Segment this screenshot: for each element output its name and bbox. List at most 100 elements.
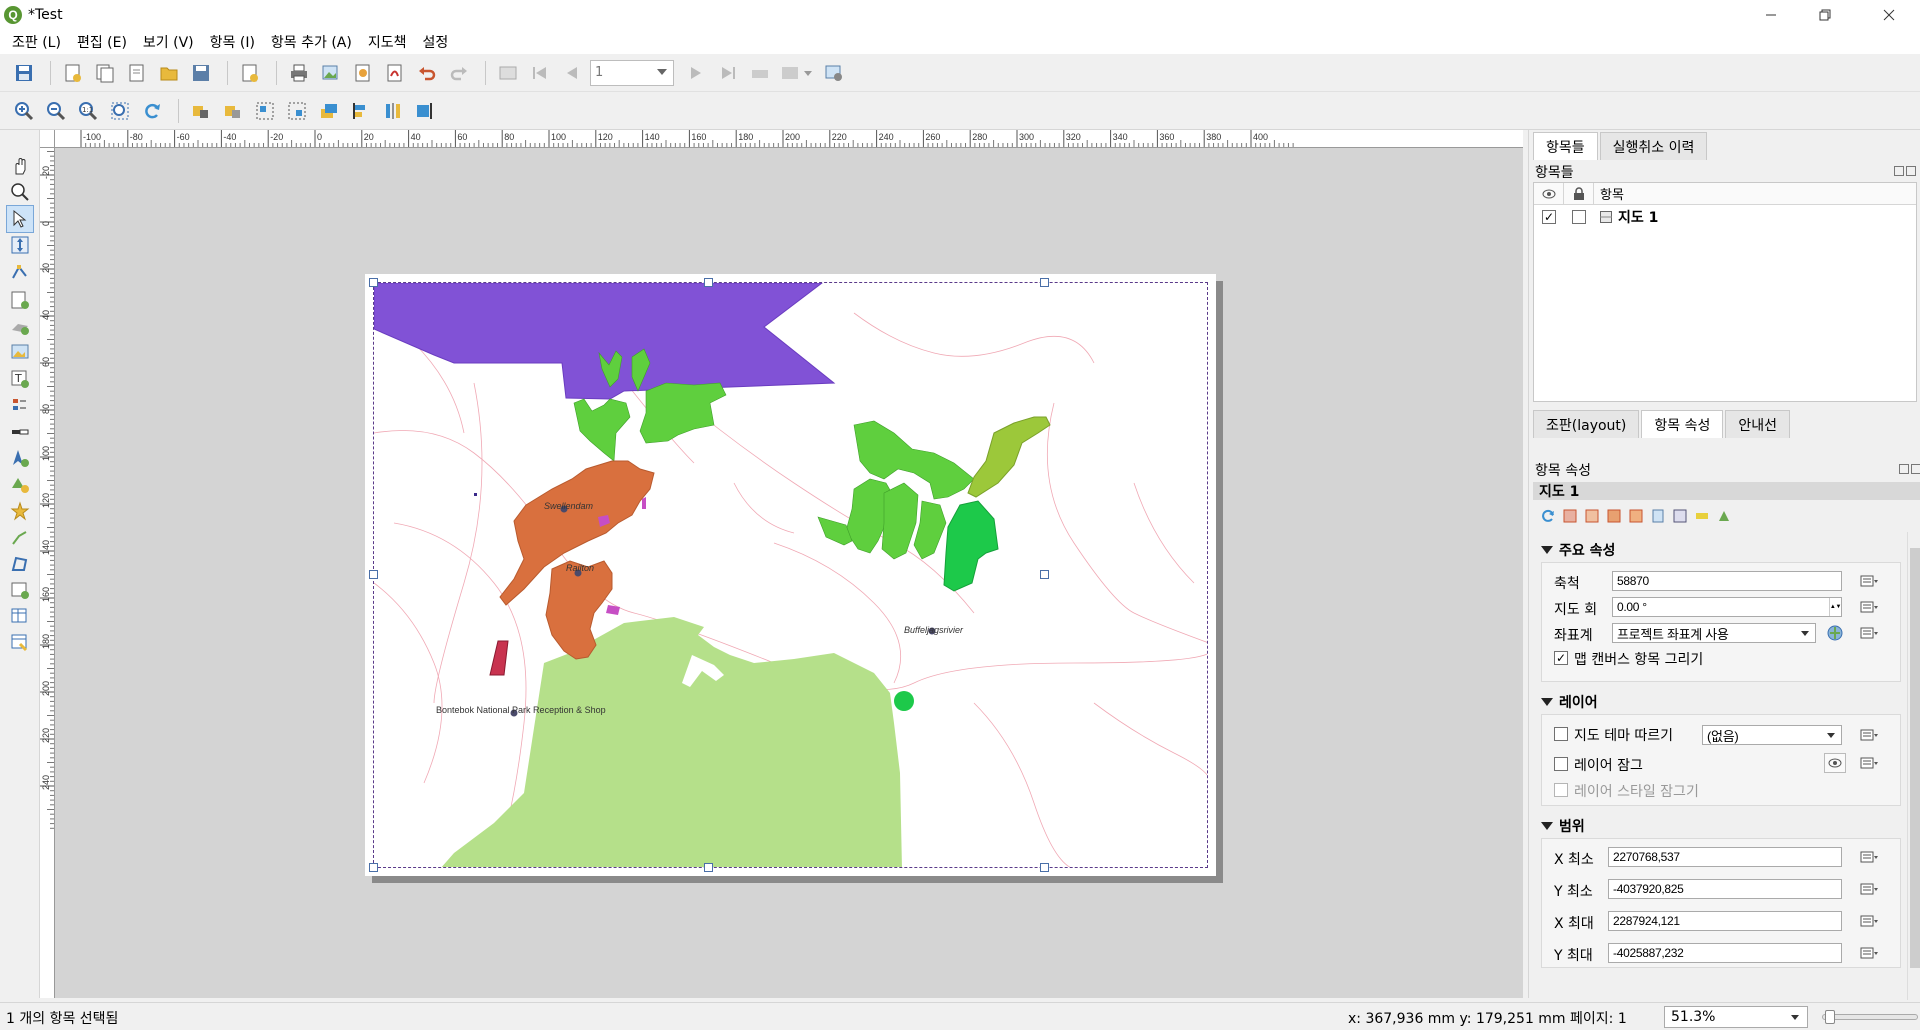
menu-layout[interactable]: 조판 (L) bbox=[4, 32, 69, 52]
layer-visibility-icon[interactable] bbox=[1824, 753, 1846, 773]
zoom-slider[interactable] bbox=[1822, 1010, 1918, 1024]
align-items-button[interactable] bbox=[347, 97, 375, 125]
zoom-in-button[interactable] bbox=[10, 97, 38, 125]
resize-handle-w[interactable] bbox=[369, 570, 378, 579]
add-polygon-tool[interactable] bbox=[6, 550, 34, 578]
group-extent-header[interactable]: 범위 bbox=[1541, 816, 1585, 836]
scale-input[interactable]: 58870 bbox=[1612, 571, 1842, 591]
data-defined-override-icon[interactable] bbox=[1858, 753, 1880, 773]
ungroup-items-button[interactable] bbox=[283, 97, 311, 125]
menu-view[interactable]: 보기 (V) bbox=[135, 32, 202, 52]
rotation-spinbox[interactable]: 0.00 ° ▲▼ bbox=[1612, 597, 1842, 617]
tab-guides[interactable]: 안내선 bbox=[1725, 410, 1790, 438]
menu-add-item[interactable]: 항목 추가 (A) bbox=[263, 32, 360, 52]
resize-handle-se[interactable] bbox=[1040, 863, 1049, 872]
redo-button[interactable] bbox=[445, 59, 473, 87]
ymax-input[interactable]: -4025887,232 bbox=[1608, 943, 1842, 963]
horizontal-ruler[interactable]: -100 -80 -60 -40 -20 0 20 40 60 80 100 120 140 160 180… bbox=[55, 130, 1523, 148]
group-layers-header[interactable]: 레이어 bbox=[1541, 692, 1598, 712]
item-row-map1[interactable]: ✓ 지도 1 bbox=[1534, 205, 1916, 229]
resize-handle-nw[interactable] bbox=[369, 278, 378, 287]
spin-arrows-icon[interactable]: ▲▼ bbox=[1829, 598, 1841, 616]
undo-button[interactable] bbox=[413, 59, 441, 87]
move-content-tool[interactable] bbox=[6, 231, 34, 259]
add-marker-tool[interactable] bbox=[6, 497, 34, 525]
add-shape-tool[interactable] bbox=[6, 470, 34, 498]
add-picture-tool[interactable] bbox=[6, 338, 34, 366]
print-button[interactable] bbox=[285, 59, 313, 87]
add-3d-map-tool[interactable] bbox=[6, 312, 34, 340]
menu-atlas[interactable]: 지도책 bbox=[360, 32, 415, 52]
pan-tool[interactable] bbox=[6, 152, 34, 180]
menu-settings[interactable]: 설정 bbox=[414, 32, 456, 52]
data-defined-override-icon[interactable] bbox=[1858, 911, 1880, 931]
properties-scroll-area[interactable]: 주요 속성 축척 58870 지도 회 0.00 ° ▲▼ 좌표계 프로젝트 좌표… bbox=[1533, 532, 1905, 996]
add-polyline-tool[interactable] bbox=[6, 524, 34, 552]
lock-items-button[interactable] bbox=[187, 97, 215, 125]
items-tree[interactable]: 항목 ✓ 지도 1 bbox=[1533, 182, 1917, 402]
refresh-view-button[interactable] bbox=[138, 97, 166, 125]
layout-page[interactable]: Swellendam Railton Buffeljagsrivier Bont… bbox=[365, 274, 1216, 876]
group-main-header[interactable]: 주요 속성 bbox=[1541, 540, 1615, 560]
resize-handle-ne[interactable] bbox=[1040, 278, 1049, 287]
labels-icon[interactable] bbox=[1693, 507, 1711, 525]
set-extent-icon[interactable] bbox=[1561, 507, 1579, 525]
unlock-items-button[interactable] bbox=[219, 97, 247, 125]
add-fixed-table-tool[interactable] bbox=[6, 628, 34, 656]
crs-combo[interactable]: 프로젝트 좌표계 사용 bbox=[1612, 623, 1816, 643]
zoom-combo[interactable]: 51.3% bbox=[1664, 1006, 1808, 1028]
distribute-items-button[interactable] bbox=[379, 97, 407, 125]
export-image-button[interactable] bbox=[317, 59, 345, 87]
scrollbar-thumb[interactable] bbox=[1910, 548, 1920, 968]
zoom-out-button[interactable] bbox=[42, 97, 70, 125]
item-lock-checkbox[interactable] bbox=[1572, 210, 1586, 224]
edit-nodes-tool[interactable] bbox=[6, 258, 34, 286]
add-attribute-table-tool[interactable] bbox=[6, 602, 34, 630]
resize-handle-e[interactable] bbox=[1040, 570, 1049, 579]
zoom-100-button[interactable]: 1:1 bbox=[74, 97, 102, 125]
raise-items-button[interactable] bbox=[315, 97, 343, 125]
xmin-input[interactable]: 2270768,537 bbox=[1608, 847, 1842, 867]
last-feature-button[interactable] bbox=[714, 59, 742, 87]
duplicate-layout-button[interactable] bbox=[91, 59, 119, 87]
zoom-full-button[interactable] bbox=[106, 97, 134, 125]
follow-theme-checkbox[interactable] bbox=[1554, 727, 1568, 741]
add-scalebar-tool[interactable] bbox=[6, 418, 34, 446]
crs-select-icon[interactable] bbox=[1824, 623, 1846, 643]
map-theme-combo[interactable]: (없음) bbox=[1702, 725, 1842, 745]
close-button[interactable] bbox=[1866, 0, 1912, 30]
zoom-tool[interactable] bbox=[6, 178, 34, 206]
add-north-arrow-tool[interactable] bbox=[6, 444, 34, 472]
tab-items[interactable]: 항목들 bbox=[1533, 132, 1598, 160]
export-svg-button[interactable] bbox=[349, 59, 377, 87]
resize-handle-sw[interactable] bbox=[369, 863, 378, 872]
tab-item-properties[interactable]: 항목 속성 bbox=[1641, 410, 1724, 438]
print-atlas-button[interactable] bbox=[746, 59, 774, 87]
tab-undo-history[interactable]: 실행취소 이력 bbox=[1599, 132, 1708, 160]
add-label-tool[interactable]: T bbox=[6, 365, 34, 393]
refresh-map-icon[interactable] bbox=[1539, 507, 1557, 525]
next-feature-button[interactable] bbox=[682, 59, 710, 87]
group-items-button[interactable] bbox=[251, 97, 279, 125]
open-template-button[interactable] bbox=[155, 59, 183, 87]
menu-edit[interactable]: 편집 (E) bbox=[69, 32, 135, 52]
previous-feature-button[interactable] bbox=[558, 59, 586, 87]
item-visible-checkbox[interactable]: ✓ bbox=[1542, 210, 1556, 224]
atlas-preview-button[interactable] bbox=[494, 59, 522, 87]
properties-scrollbar[interactable] bbox=[1907, 532, 1920, 1000]
data-defined-override-icon[interactable] bbox=[1858, 725, 1880, 745]
ymin-input[interactable]: -4037920,825 bbox=[1608, 879, 1842, 899]
set-scale-icon[interactable] bbox=[1605, 507, 1623, 525]
view-scale-icon[interactable] bbox=[1627, 507, 1645, 525]
new-layout-button[interactable] bbox=[59, 59, 87, 87]
data-defined-override-icon[interactable] bbox=[1858, 597, 1880, 617]
layout-canvas[interactable]: Swellendam Railton Buffeljagsrivier Bont… bbox=[55, 148, 1523, 998]
data-defined-override-icon[interactable] bbox=[1858, 847, 1880, 867]
xmax-input[interactable]: 2287924,121 bbox=[1608, 911, 1842, 931]
resize-handle-s[interactable] bbox=[704, 863, 713, 872]
new-report-button[interactable] bbox=[236, 59, 264, 87]
data-defined-override-icon[interactable] bbox=[1858, 571, 1880, 591]
bookmarks-icon[interactable] bbox=[1649, 507, 1667, 525]
props-panel-controls[interactable] bbox=[1899, 464, 1920, 474]
export-pdf-button[interactable] bbox=[381, 59, 409, 87]
